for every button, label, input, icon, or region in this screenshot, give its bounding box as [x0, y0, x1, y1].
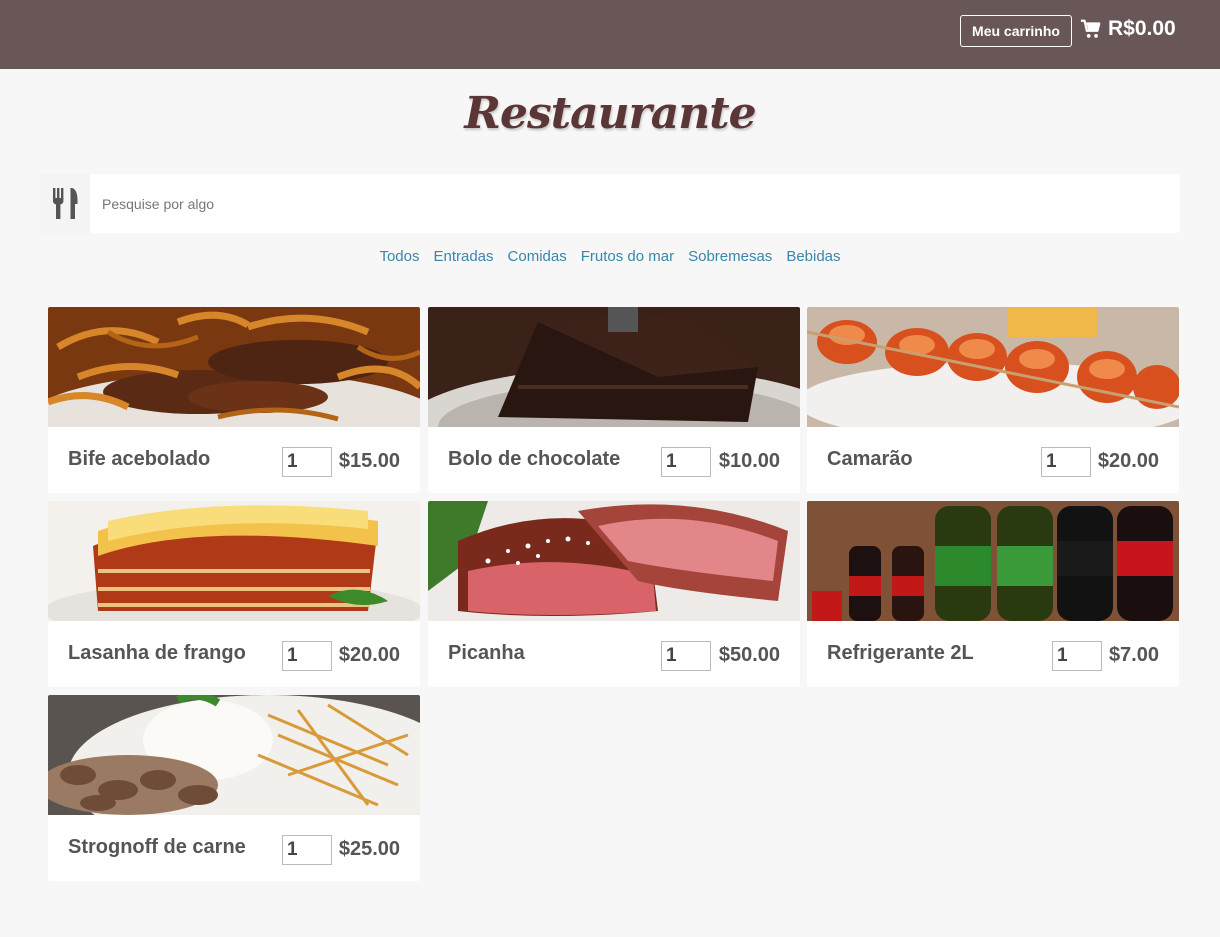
cart-total: R$0.00: [1108, 17, 1176, 40]
search-addon: [40, 174, 90, 233]
item-name: Picanha: [448, 642, 525, 664]
item-name: Camarão: [827, 448, 913, 470]
shrimp-skewers-photo: [807, 307, 1179, 427]
category-link-sobremesas[interactable]: Sobremesas: [688, 248, 772, 265]
quantity-input[interactable]: [661, 447, 711, 477]
item-name: Strognoff de carne: [68, 836, 246, 858]
item-name: Refrigerante 2L: [827, 642, 974, 664]
lasagna-photo: [48, 501, 420, 621]
quantity-input[interactable]: [282, 641, 332, 671]
search-input[interactable]: [90, 174, 1180, 233]
cart-icon[interactable]: [1080, 18, 1102, 40]
category-link-bebidas[interactable]: Bebidas: [786, 248, 840, 265]
item-price: $10.00: [718, 450, 780, 472]
item-price: $20.00: [338, 644, 400, 666]
menu-item-card: Bolo de chocolate $10.00: [428, 307, 800, 493]
quantity-input[interactable]: [1052, 641, 1102, 671]
item-price: $15.00: [338, 450, 400, 472]
search-bar: [40, 174, 1180, 233]
item-name: Bife acebolado: [68, 448, 211, 470]
menu-item-card: Refrigerante 2L $7.00: [807, 501, 1179, 687]
category-link-entradas[interactable]: Entradas: [433, 248, 493, 265]
category-link-comidas[interactable]: Comidas: [508, 248, 567, 265]
menu-item-card: Strognoff de carne $25.00: [48, 695, 420, 881]
menu-item-card: Camarão $20.00: [807, 307, 1179, 493]
restaurant-logo-title: Restaurante: [464, 88, 756, 139]
item-name: Lasanha de frango: [68, 642, 246, 664]
fork-knife-icon: [53, 187, 78, 219]
top-navbar: Meu carrinho R$0.00: [0, 0, 1220, 69]
item-price: $7.00: [1108, 644, 1159, 666]
picanha-steak-photo: [428, 501, 800, 621]
item-price: $50.00: [718, 644, 780, 666]
menu-item-card: Bife acebolado $15.00: [48, 307, 420, 493]
stroganoff-photo: [48, 695, 420, 815]
my-cart-button[interactable]: Meu carrinho: [960, 15, 1072, 47]
quantity-input[interactable]: [1041, 447, 1091, 477]
quantity-input[interactable]: [282, 447, 332, 477]
menu-item-card: Picanha $50.00: [428, 501, 800, 687]
quantity-input[interactable]: [282, 835, 332, 865]
category-link-todos[interactable]: Todos: [379, 248, 419, 265]
category-link-frutos-do-mar[interactable]: Frutos do mar: [581, 248, 674, 265]
soda-bottles-photo: [807, 501, 1179, 621]
chocolate-cake-photo: [428, 307, 800, 427]
item-name: Bolo de chocolate: [448, 448, 621, 470]
category-nav: Todos Entradas Comidas Frutos do mar Sob…: [0, 248, 1220, 265]
quantity-input[interactable]: [661, 641, 711, 671]
menu-item-card: Lasanha de frango $20.00: [48, 501, 420, 687]
beef-onions-photo: [48, 307, 420, 427]
item-price: $25.00: [338, 838, 400, 860]
item-price: $20.00: [1097, 450, 1159, 472]
